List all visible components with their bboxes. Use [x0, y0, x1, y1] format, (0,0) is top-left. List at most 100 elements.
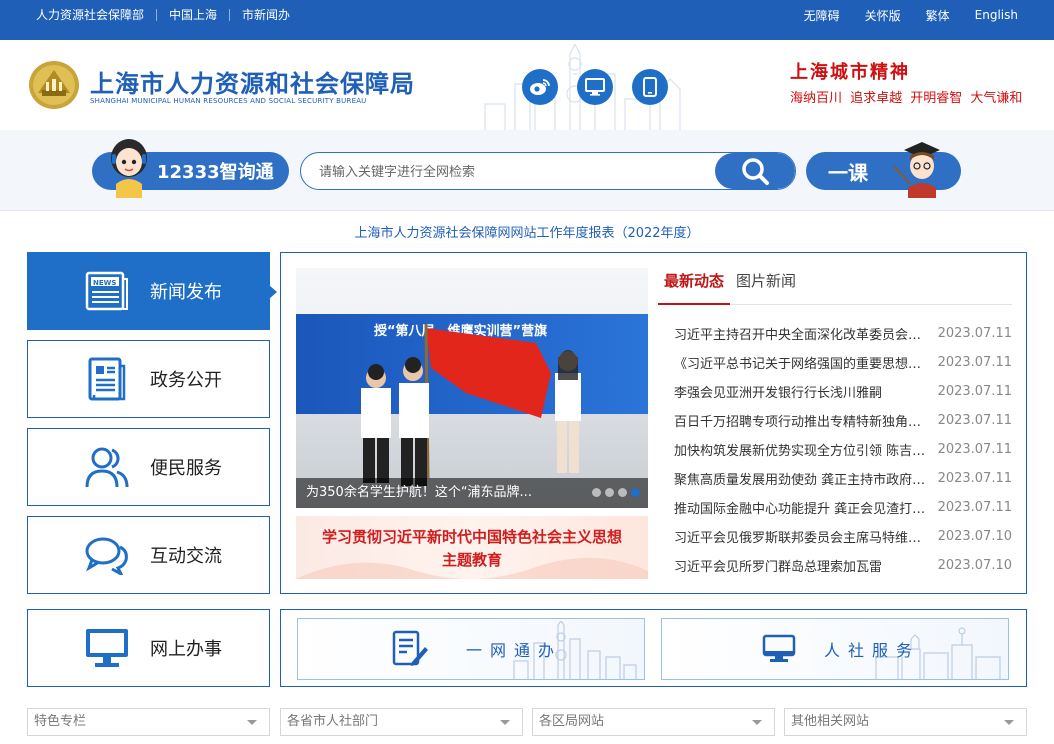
carousel-photo: [361, 323, 581, 486]
link-mohrss[interactable]: 人力资源社会保障部: [36, 9, 158, 21]
news-item[interactable]: 习近平会见俄罗斯联邦委员会主席马特维延科 2023.07.10: [674, 522, 1012, 551]
nav-label: 政务公开: [150, 370, 222, 391]
news-date: 2023.07.11: [937, 442, 1012, 457]
hr-social-service-button[interactable]: 人社服务: [661, 618, 1009, 680]
desktop-icon: [585, 78, 605, 96]
nav-interaction[interactable]: 互动交流: [27, 516, 270, 594]
chevron-down-icon: [500, 720, 510, 725]
bund-skyline-decoration: [875, 627, 1001, 679]
news-item[interactable]: 习近平主持召开中央全面深化改革委员会第二次会议 2023.07.11: [674, 319, 1012, 348]
promo-line2: 主题教育: [441, 551, 502, 569]
select-value: 特色专栏: [34, 714, 87, 729]
svg-text:NEWS: NEWS: [93, 279, 116, 287]
nav-online-services[interactable]: 网上办事: [27, 609, 270, 687]
people-icon: [76, 445, 138, 489]
news-date: 2023.07.10: [937, 558, 1012, 573]
bureau-logo[interactable]: [28, 60, 80, 110]
news-item[interactable]: 百日千万招聘专项行动推出专精特新独角兽企业专场 2023.07.11: [674, 406, 1012, 435]
chevron-down-icon: [247, 720, 257, 725]
tab-photo-news[interactable]: 图片新闻: [730, 271, 802, 305]
one-course-label: 一课: [828, 160, 868, 185]
site-subtitle: SHANGHAI MUNICIPAL HUMAN RESOURCES AND S…: [90, 97, 367, 105]
district-bureaus-select[interactable]: 各区局网站: [532, 708, 775, 736]
link-news-office[interactable]: 市新闻办: [230, 9, 302, 21]
news-date: 2023.07.10: [937, 529, 1012, 544]
featured-columns-select[interactable]: 特色专栏: [27, 708, 270, 736]
monitor-icon: [762, 634, 796, 664]
news-date: 2023.07.11: [937, 471, 1012, 486]
tab-latest-news[interactable]: 最新动态: [658, 271, 731, 305]
news-date: 2023.07.11: [937, 326, 1012, 341]
news-title: 《习近平总书记关于网络强国的重要思想概论》出版发行: [674, 357, 926, 372]
carousel-dot[interactable]: [618, 488, 627, 497]
nav-label: 便民服务: [150, 458, 222, 479]
nav-label: 网上办事: [150, 639, 222, 660]
news-date: 2023.07.11: [937, 355, 1012, 370]
search-icon: [742, 158, 769, 185]
news-title: 习近平会见所罗门群岛总理索加瓦雷: [674, 560, 883, 575]
newspaper-icon: NEWS: [76, 271, 138, 311]
news-carousel[interactable]: 授“第八届…维鹰实训营”营旗 为350余名学生护航！这个“浦东品牌...: [296, 268, 648, 508]
nav-label: 互动交流: [150, 546, 222, 567]
weibo-button[interactable]: [522, 69, 558, 105]
services-panel: 一网通办 人社服务: [280, 609, 1027, 687]
link-care-mode[interactable]: 关怀版: [865, 7, 901, 24]
city-spirit-title: 上海城市精神: [790, 62, 910, 83]
news-title: 推动国际金融中心功能提升 龚正会见渣打集团: [674, 502, 926, 517]
search-band: 12333智询通 一课: [0, 130, 1054, 211]
site-title[interactable]: 上海市人力资源和社会保障局: [90, 64, 415, 99]
mobile-button[interactable]: [632, 69, 668, 105]
nav-convenience-services[interactable]: 便民服务: [27, 428, 270, 506]
news-item[interactable]: 《习近平总书记关于网络强国的重要思想概论》出版发行 2023.07.11: [674, 348, 1012, 377]
promo-line1: 学习贯彻习近平新时代中国特色社会主义思想: [321, 528, 622, 546]
carousel-dot-active[interactable]: [631, 488, 640, 497]
link-accessibility[interactable]: 无障碍: [804, 7, 840, 24]
carousel-dot[interactable]: [592, 488, 601, 497]
one-net-service-button[interactable]: 一网通办: [297, 618, 645, 680]
news-list: 习近平主持召开中央全面深化改革委员会第二次会议 2023.07.11 《习近平总书…: [674, 319, 1012, 580]
news-date: 2023.07.11: [937, 384, 1012, 399]
mobile-icon: [643, 77, 657, 97]
provincial-departments-select[interactable]: 各省市人社部门: [280, 708, 523, 736]
carousel-dots: [592, 488, 640, 497]
link-traditional-chinese[interactable]: 繁体: [926, 7, 950, 24]
skyline-decoration: [513, 621, 637, 679]
top-left-links: 人力资源社会保障部 中国上海 市新闻办: [36, 0, 302, 30]
desktop-button[interactable]: [577, 69, 613, 105]
carousel-dot[interactable]: [605, 488, 614, 497]
nav-label: 新闻发布: [150, 282, 222, 303]
nav-government-affairs[interactable]: 政务公开: [27, 340, 270, 418]
news-title: 聚焦高质量发展用劲使劲 龚正主持市政府常务会议: [674, 473, 926, 488]
document-icon: [76, 356, 138, 402]
chevron-down-icon: [752, 720, 762, 725]
news-item[interactable]: 李强会见亚洲开发银行行长浅川雅嗣 2023.07.11: [674, 377, 1012, 406]
search-input[interactable]: [319, 153, 709, 189]
select-value: 各省市人社部门: [287, 714, 379, 729]
news-title: 百日千万招聘专项行动推出专精特新独角兽企业专场: [674, 415, 926, 430]
news-item[interactable]: 加快构筑发展新优势实现全方位引领 陈吉宁调研 2023.07.11: [674, 435, 1012, 464]
search-button[interactable]: [715, 153, 795, 189]
assistant-avatar-icon: [111, 139, 147, 198]
search-box: [300, 152, 796, 190]
city-spirit-slogan: 海纳百川 追求卓越 开明睿智 大气谦和: [790, 91, 1023, 106]
news-date: 2023.07.11: [937, 413, 1012, 428]
select-value: 各区局网站: [539, 714, 605, 729]
news-item[interactable]: 习近平会见所罗门群岛总理索加瓦雷 2023.07.10: [674, 551, 1012, 580]
chat-icon: [76, 535, 138, 575]
link-china-shanghai[interactable]: 中国上海: [157, 9, 231, 21]
annual-report-link[interactable]: 上海市人力资源社会保障网网站工作年度报表（2022年度）: [0, 222, 1054, 241]
news-panel: 授“第八届…维鹰实训营”营旗 为350余名学生护航！这个“浦东品牌... 学习贯…: [280, 252, 1027, 594]
news-tabs: 最新动态 图片新闻: [658, 271, 1012, 305]
nav-news-release[interactable]: NEWS 新闻发布: [27, 252, 277, 330]
chevron-down-icon: [1004, 720, 1014, 725]
news-item[interactable]: 推动国际金融中心功能提升 龚正会见渣打集团 2023.07.11: [674, 493, 1012, 522]
news-item[interactable]: 聚焦高质量发展用劲使劲 龚正主持市政府常务会议 2023.07.11: [674, 464, 1012, 493]
related-sites-select[interactable]: 其他相关网站: [784, 708, 1027, 736]
form-edit-icon: [392, 630, 428, 668]
site-header: 上海市人力资源和社会保障局 SHANGHAI MUNICIPAL HUMAN R…: [0, 40, 1054, 130]
assistant-12333-label: 12333智询通: [157, 162, 274, 183]
news-title: 习近平会见俄罗斯联邦委员会主席马特维延科: [674, 531, 926, 546]
theme-education-banner[interactable]: 学习贯彻习近平新时代中国特色社会主义思想 主题教育: [296, 516, 648, 579]
top-right-links: 无障碍 关怀版 繁体 English: [804, 0, 1018, 30]
link-english[interactable]: English: [975, 8, 1018, 22]
